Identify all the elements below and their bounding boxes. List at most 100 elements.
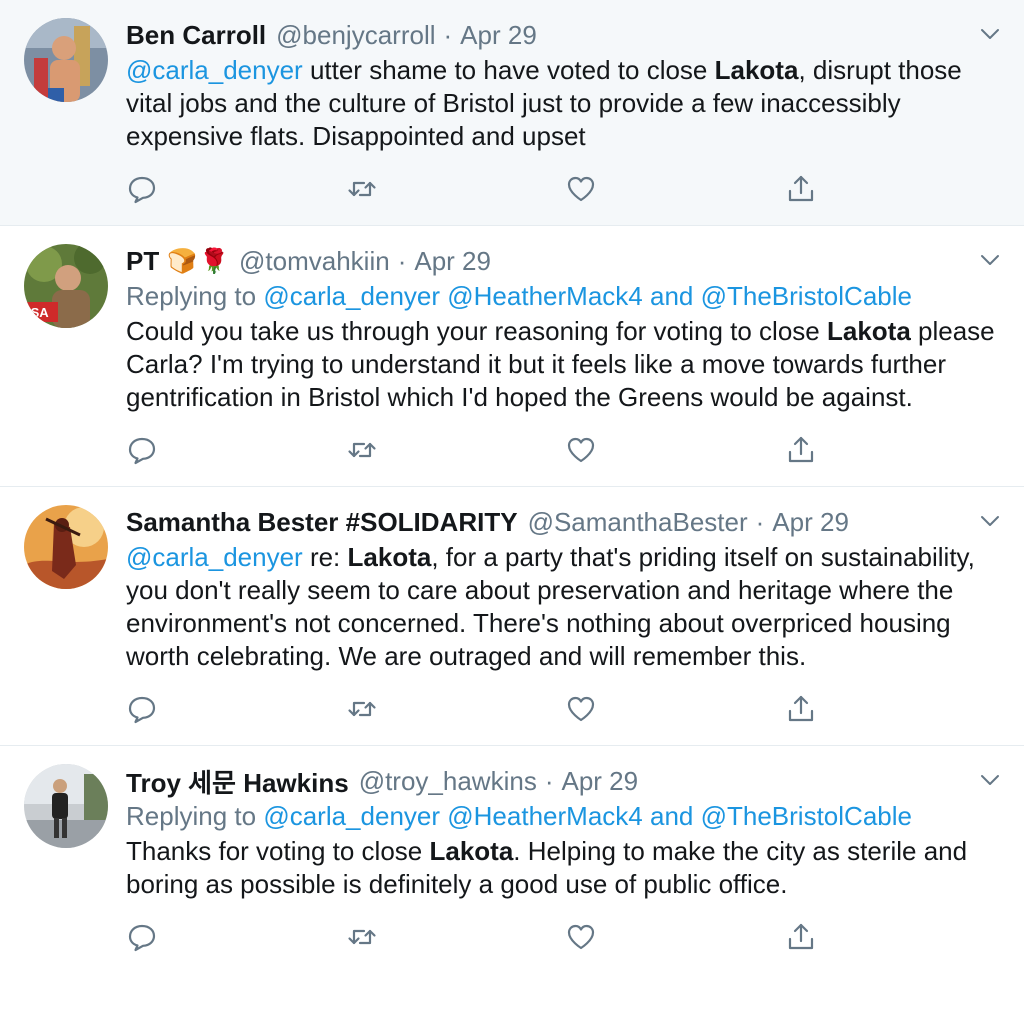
replying-to-label: Replying to	[126, 281, 257, 311]
tweet-header: PT 🍞 🌹 @tomvahkiin · Apr 29	[126, 244, 1004, 278]
tweet-header: Samantha Bester #SOLIDARITY @SamanthaBes…	[126, 505, 1004, 539]
author-name[interactable]: Troy 세문 Hawkins	[126, 763, 349, 800]
like-button[interactable]	[565, 693, 785, 725]
mention-link[interactable]: @carla_denyer	[126, 542, 303, 572]
text-segment: utter shame to have voted to close	[302, 55, 715, 85]
tweet-date[interactable]: Apr 29	[772, 507, 849, 538]
like-icon	[567, 176, 595, 202]
chevron-down-icon	[981, 29, 999, 39]
tweet-header: Troy 세문 Hawkins @troy_hawkins · Apr 29	[126, 764, 1004, 798]
share-button[interactable]	[785, 434, 1005, 466]
retweet-icon	[347, 929, 376, 945]
tweet[interactable]: Samantha Bester #SOLIDARITY @SamanthaBes…	[0, 487, 1024, 746]
reply-icon	[128, 176, 156, 204]
chevron-down-icon	[981, 775, 999, 785]
retweet-button[interactable]	[346, 693, 566, 725]
more-options-caret[interactable]	[978, 22, 1002, 46]
reply-mention[interactable]: @carla_denyer	[263, 281, 440, 311]
retweet-button[interactable]	[346, 921, 566, 953]
share-icon	[788, 436, 813, 463]
separator: ·	[755, 506, 765, 537]
reply-and[interactable]: and	[650, 801, 693, 831]
tweet[interactable]: ISA PT 🍞 🌹 @tomvahkiin · Apr 29 Replying…	[0, 226, 1024, 487]
author-name[interactable]: Samantha Bester #SOLIDARITY	[126, 507, 518, 538]
separator: ·	[544, 765, 554, 796]
text-segment: Could you take us through your reasoning…	[126, 316, 827, 346]
bold-keyword: Lakota	[826, 316, 911, 346]
avatar[interactable]	[24, 18, 108, 102]
more-options-caret[interactable]	[978, 768, 1002, 792]
avatar[interactable]	[24, 764, 108, 848]
tweet-text: @carla_denyer utter shame to have voted …	[126, 54, 1004, 153]
replying-to: Replying to @carla_denyer @HeatherMack4 …	[126, 280, 1004, 313]
retweet-button[interactable]	[346, 173, 566, 205]
share-icon	[788, 695, 813, 722]
text-segment: re:	[302, 542, 348, 572]
reply-button[interactable]	[126, 921, 346, 953]
author-handle[interactable]: @tomvahkiin	[239, 246, 390, 277]
tweet-date[interactable]: Apr 29	[562, 766, 639, 797]
reply-button[interactable]	[126, 173, 346, 205]
share-button[interactable]	[785, 693, 1005, 725]
replying-to-label: Replying to	[126, 801, 257, 831]
author-handle[interactable]: @benjycarroll	[276, 20, 435, 51]
share-icon	[788, 923, 813, 950]
share-button[interactable]	[785, 921, 1005, 953]
tweet-date[interactable]: Apr 29	[460, 20, 537, 51]
reply-mention[interactable]: @HeatherMack4	[447, 801, 642, 831]
retweet-button[interactable]	[346, 434, 566, 466]
bold-keyword: Lakota	[714, 55, 799, 85]
reply-icon	[128, 696, 156, 724]
chevron-down-icon	[981, 255, 999, 265]
retweet-icon	[347, 181, 376, 197]
tweet-text: Thanks for voting to close Lakota. Helpi…	[126, 835, 1004, 901]
bold-keyword: Lakota	[429, 836, 514, 866]
reply-button[interactable]	[126, 434, 346, 466]
avatar[interactable]	[24, 505, 108, 589]
reply-icon	[128, 924, 156, 952]
bread-emoji: 🍞	[167, 247, 198, 275]
separator: ·	[443, 19, 453, 50]
retweet-icon	[347, 442, 376, 458]
like-icon	[567, 696, 595, 722]
text-segment: Thanks for voting to close	[126, 836, 430, 866]
tweet[interactable]: Ben Carroll @benjycarroll · Apr 29 @carl…	[0, 0, 1024, 226]
tweet[interactable]: Troy 세문 Hawkins @troy_hawkins · Apr 29 R…	[0, 746, 1024, 973]
tweet-feed: Ben Carroll @benjycarroll · Apr 29 @carl…	[0, 0, 1024, 973]
avatar[interactable]: ISA	[24, 244, 108, 328]
author-handle[interactable]: @SamanthaBester	[528, 507, 748, 538]
rose-emoji: 🌹	[199, 247, 230, 275]
author-handle[interactable]: @troy_hawkins	[359, 766, 537, 797]
reply-button[interactable]	[126, 693, 346, 725]
author-name[interactable]: PT	[126, 246, 159, 277]
like-button[interactable]	[565, 434, 785, 466]
tweet-actions	[126, 921, 1004, 973]
reply-icon	[128, 437, 156, 465]
tweet-actions	[126, 434, 1004, 486]
tweet-text: @carla_denyer re: Lakota, for a party th…	[126, 541, 1004, 673]
svg-text:ISA: ISA	[27, 305, 49, 320]
like-button[interactable]	[565, 173, 785, 205]
tweet-date[interactable]: Apr 29	[414, 246, 491, 277]
like-icon	[567, 924, 595, 950]
reply-mention[interactable]: @TheBristolCable	[701, 801, 912, 831]
like-button[interactable]	[565, 921, 785, 953]
share-icon	[788, 175, 813, 202]
like-icon	[567, 437, 595, 463]
reply-and[interactable]: and	[650, 281, 693, 311]
tweet-actions	[126, 693, 1004, 745]
replying-to: Replying to @carla_denyer @HeatherMack4 …	[126, 800, 1004, 833]
tweet-actions	[126, 173, 1004, 225]
reply-mention[interactable]: @HeatherMack4	[447, 281, 642, 311]
more-options-caret[interactable]	[978, 509, 1002, 533]
more-options-caret[interactable]	[978, 248, 1002, 272]
tweet-header: Ben Carroll @benjycarroll · Apr 29	[126, 18, 1004, 52]
share-button[interactable]	[785, 173, 1005, 205]
mention-link[interactable]: @carla_denyer	[126, 55, 303, 85]
bold-keyword: Lakota	[347, 542, 432, 572]
reply-mention[interactable]: @carla_denyer	[263, 801, 440, 831]
tweet-text: Could you take us through your reasoning…	[126, 315, 1004, 414]
author-name[interactable]: Ben Carroll	[126, 20, 266, 51]
reply-mention[interactable]: @TheBristolCable	[701, 281, 912, 311]
retweet-icon	[347, 701, 376, 717]
